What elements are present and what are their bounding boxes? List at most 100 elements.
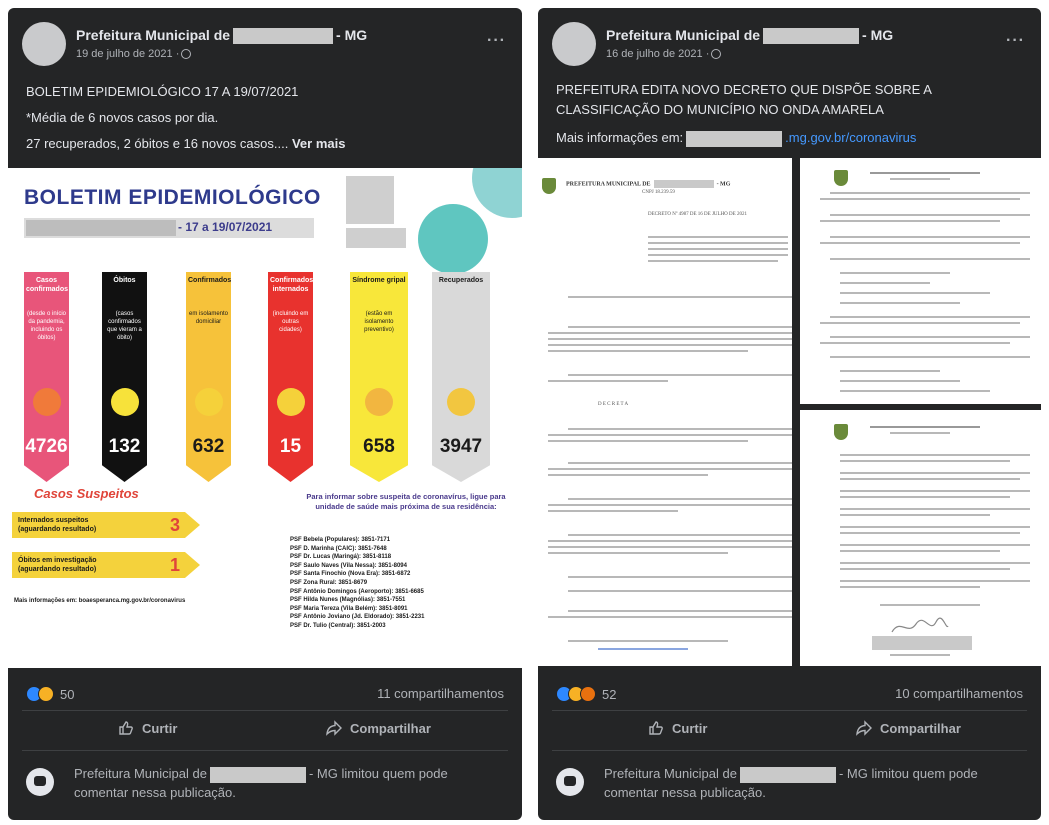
text-line xyxy=(568,428,792,430)
stat-label: Síndrome gripal xyxy=(352,277,406,284)
text-line xyxy=(880,604,980,606)
page-name-prefix: Prefeitura Municipal de xyxy=(606,27,761,43)
text-line xyxy=(830,214,1030,216)
page-name-suffix: - MG xyxy=(862,27,894,43)
text-line xyxy=(820,342,1010,344)
share-arrow-icon xyxy=(326,720,342,736)
text-line xyxy=(840,532,1020,534)
reaction-count: 50 xyxy=(60,686,75,702)
text-line xyxy=(840,272,950,274)
stat-desc: (estão em isolamento preventivo) xyxy=(364,311,394,333)
like-button[interactable]: Curtir xyxy=(648,720,707,736)
contact-item: PSF Bebela (Populares): 3851-7171 xyxy=(290,537,391,543)
text-line xyxy=(548,468,792,470)
suspect-tag-deaths: Óbitos em investigação (aguardando result… xyxy=(12,552,200,578)
post-date[interactable]: 16 de julho de 2021 · xyxy=(606,48,722,60)
post-header: Prefeitura Municipal de - MG 16 de julho … xyxy=(552,22,1027,72)
contact-item: PSF Dr. Tulio (Central): 3851-2003 xyxy=(290,622,386,629)
like-label: Curtir xyxy=(672,720,708,736)
text-line xyxy=(548,474,708,476)
text-line xyxy=(840,544,1030,546)
more-options-button[interactable]: ··· xyxy=(1006,32,1025,50)
text-line xyxy=(548,434,792,436)
text-line xyxy=(890,178,950,180)
stat-value: 15 xyxy=(279,436,302,457)
virus-icon xyxy=(33,388,61,416)
text-line xyxy=(890,432,950,434)
text-line xyxy=(840,490,1030,492)
stat-column-deaths: Óbitos (casos confirmados que vieram a ó… xyxy=(102,272,147,482)
reactions-summary[interactable]: 50 xyxy=(26,684,74,704)
post-date-text: 19 de julho de 2021 · xyxy=(76,48,180,60)
stat-column-hospitalized: Confirmados internados (incluindo em out… xyxy=(268,272,313,482)
notice-prefix: Prefeitura Municipal de xyxy=(74,766,207,781)
stat-value: 132 xyxy=(108,436,141,457)
mask-face-icon xyxy=(277,388,305,416)
text-line xyxy=(840,472,1030,474)
text-line xyxy=(568,640,728,642)
more-info-text: Mais informações em: boaesperanca.mg.gov… xyxy=(14,598,186,604)
contact-item: PSF Santa Finochio (Nova Era): 3851-6872 xyxy=(290,571,411,578)
contact-item: PSF Dr. Lucas (Maringá): 3851-8118 xyxy=(290,554,392,561)
text-line xyxy=(648,236,788,238)
text-line xyxy=(568,462,792,464)
contact-item: PSF Saulo Naves (Vila Nessa): 3851-8094 xyxy=(290,562,407,569)
shares-count[interactable]: 10 compartilhamentos xyxy=(895,686,1023,701)
share-button[interactable]: Compartilhar xyxy=(856,720,961,736)
text-line xyxy=(548,616,792,618)
text-line xyxy=(568,296,792,298)
text-line xyxy=(840,380,960,382)
tag-value: 3 xyxy=(170,515,181,535)
redacted-block xyxy=(872,636,972,650)
post-text-line: PREFEITURA EDITA NOVO DECRETO QUE DISPÕE… xyxy=(556,82,932,97)
more-options-button[interactable]: ··· xyxy=(487,32,506,50)
share-button[interactable]: Compartilhar xyxy=(326,720,431,736)
thumbs-up-icon xyxy=(649,721,663,735)
page-avatar[interactable] xyxy=(22,22,66,66)
text-line xyxy=(548,440,748,442)
share-label: Compartilhar xyxy=(350,720,431,736)
text-line xyxy=(840,454,1030,456)
post-header: Prefeitura Municipal de - MG 19 de julho … xyxy=(22,22,508,72)
page-name[interactable]: Prefeitura Municipal de - MG xyxy=(76,27,367,45)
post-text-line: CLASSIFICAÇÃO DO MUNICÍPIO NO ONDA AMARE… xyxy=(556,102,884,117)
text-line xyxy=(870,426,980,428)
divider xyxy=(22,710,508,711)
decree-page-image[interactable]: PREFEITURA MUNICIPAL DE - MG CNPJ 18.239.… xyxy=(538,158,792,666)
city-crest-icon xyxy=(542,178,556,194)
see-more-link[interactable]: Ver mais xyxy=(292,136,346,151)
city-crest-icon xyxy=(834,170,848,186)
text-line xyxy=(548,350,748,352)
text-line xyxy=(548,338,792,340)
bulletin-image[interactable]: BOLETIM EPIDEMIOLÓGICO - 17 a 19/07/2021… xyxy=(8,168,522,668)
sad-face-icon xyxy=(195,388,223,416)
decree-page-image[interactable] xyxy=(800,410,1041,666)
post-text-line: BOLETIM EPIDEMIOLÓGICO 17 A 19/07/2021 xyxy=(26,84,299,99)
post-date[interactable]: 19 de julho de 2021 · xyxy=(76,48,192,60)
stat-label: Casos confirmados xyxy=(26,277,69,293)
stat-label: Confirmados internados xyxy=(270,277,314,293)
tag-label: Internados suspeitos (aguardando resultad… xyxy=(18,516,96,534)
tag-label-sub: (aguardando resultado) xyxy=(18,566,97,573)
reactions-summary[interactable]: 52 xyxy=(556,684,616,704)
contact-list: PSF Bebela (Populares): 3851-7171 PSF D.… xyxy=(290,536,520,631)
text-line xyxy=(820,220,1000,222)
text-line xyxy=(548,504,792,506)
decorative-blob xyxy=(472,168,522,218)
text-line xyxy=(840,550,1000,552)
stat-column-recovered: Recuperados 3947 xyxy=(432,272,490,482)
share-arrow-icon xyxy=(856,720,872,736)
text-line xyxy=(840,514,990,516)
shares-count[interactable]: 11 compartilhamentos xyxy=(377,686,504,701)
page-name[interactable]: Prefeitura Municipal de - MG xyxy=(606,27,894,45)
stat-value: 3947 xyxy=(439,436,483,457)
tag-label-main: Óbitos em investigação xyxy=(18,557,97,564)
text-line xyxy=(568,576,792,578)
text-line xyxy=(830,356,1030,358)
decree-page-image[interactable] xyxy=(800,158,1041,404)
like-button[interactable]: Curtir xyxy=(118,720,177,736)
text-line xyxy=(820,242,1020,244)
page-avatar[interactable] xyxy=(552,22,596,66)
coronavirus-link[interactable]: .mg.gov.br/coronavirus xyxy=(785,130,916,145)
suspect-tag-hospitalized: Internados suspeitos (aguardando resultad… xyxy=(12,512,200,538)
